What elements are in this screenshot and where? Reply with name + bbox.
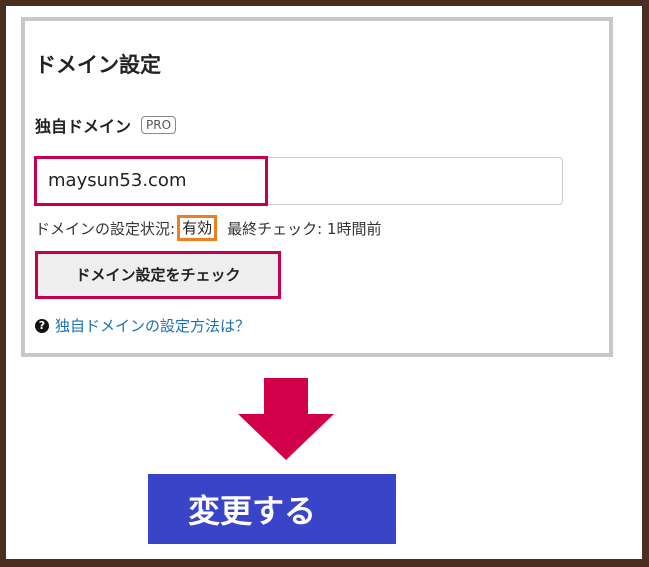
help-link[interactable]: ? 独自ドメインの設定方法は？	[35, 315, 250, 336]
check-domain-button[interactable]: ドメイン設定をチェック	[35, 251, 281, 299]
change-button[interactable]: 変更する	[148, 474, 396, 544]
pro-badge: PRO	[141, 116, 177, 134]
help-link-text[interactable]: 独自ドメインの設定方法は？	[55, 315, 250, 336]
custom-domain-label-row: 独自ドメイン PRO	[35, 113, 177, 137]
question-icon: ?	[35, 318, 49, 333]
domain-highlight-box	[34, 156, 268, 206]
last-check-text: 最終チェック: 1時間前	[227, 219, 382, 238]
status-label: ドメインの設定状況:	[35, 219, 176, 238]
custom-domain-label: 独自ドメイン	[35, 117, 132, 136]
status-value-badge: 有効	[177, 215, 218, 241]
domain-input-box[interactable]	[34, 156, 563, 206]
status-row: ドメインの設定状況: 有効 最終チェック: 1時間前	[35, 215, 381, 241]
screenshot-frame: ドメイン設定 独自ドメイン PRO ドメインの設定状況: 有効 最終チェック: …	[6, 6, 642, 559]
panel-title: ドメイン設定	[35, 53, 161, 77]
down-arrow-icon	[238, 378, 334, 460]
domain-settings-panel: ドメイン設定 独自ドメイン PRO ドメインの設定状況: 有効 最終チェック: …	[21, 17, 613, 357]
